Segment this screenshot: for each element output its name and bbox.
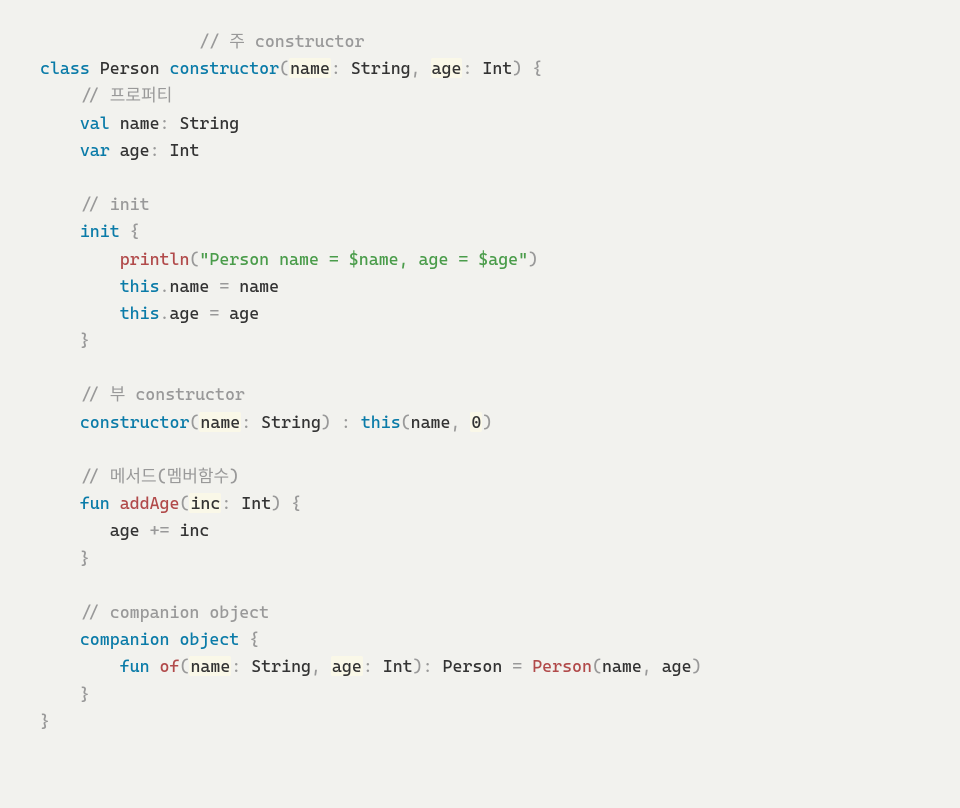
punct: . (160, 276, 170, 296)
punct: , (642, 656, 652, 676)
punct: { (249, 629, 259, 649)
keyword-companion: companion (80, 629, 170, 649)
comment-companion: // companion object (80, 602, 269, 622)
punct: , (411, 58, 421, 78)
punct: } (80, 684, 90, 704)
param-name: name (199, 412, 241, 432)
punct: = (209, 303, 219, 323)
punct: ( (179, 493, 189, 513)
prop-age: age (170, 303, 200, 323)
comment-primary-constructor: // 주 constructor (199, 31, 364, 51)
keyword-val: val (80, 113, 110, 133)
punct: ( (189, 249, 199, 269)
punct: : (221, 493, 231, 513)
type-int: Int (241, 493, 271, 513)
punct: ) (271, 493, 281, 513)
punct: . (160, 303, 170, 323)
punct: : (363, 656, 373, 676)
punct: : (150, 140, 160, 160)
type-string: String (179, 113, 239, 133)
param-age: age (431, 58, 463, 78)
keyword-var: var (80, 140, 110, 160)
punct: ( (189, 412, 199, 432)
punct: , (311, 656, 321, 676)
punct: : (462, 58, 472, 78)
param-name: name (411, 412, 451, 432)
keyword-fun: fun (80, 493, 110, 513)
type-int: Int (383, 656, 413, 676)
param-age: age (662, 656, 692, 676)
punct: += (150, 520, 170, 540)
class-name: Person (100, 58, 160, 78)
punct: : (160, 113, 170, 133)
punct: { (130, 221, 140, 241)
param-name: name (602, 656, 642, 676)
comment-properties: // 프로퍼티 (80, 85, 172, 105)
punct: ( (592, 656, 602, 676)
keyword-constructor: constructor (80, 412, 190, 432)
fn-of: of (160, 656, 180, 676)
keyword-this: this (120, 303, 160, 323)
punct: { (532, 58, 542, 78)
punct: ( (401, 412, 411, 432)
punct: { (291, 493, 301, 513)
keyword-fun: fun (120, 656, 150, 676)
type-string: String (351, 58, 411, 78)
punct: ) (528, 249, 538, 269)
type-person: Person (443, 656, 503, 676)
type-int: Int (482, 58, 512, 78)
punct: , (450, 412, 460, 432)
param-name: name (289, 58, 331, 78)
type-string: String (261, 412, 321, 432)
comment-init: // init (80, 194, 150, 214)
keyword-object: object (179, 629, 239, 649)
var-inc: inc (179, 520, 209, 540)
type-string: String (251, 656, 311, 676)
param-age: age (331, 656, 363, 676)
punct: ( (279, 58, 289, 78)
punct: = (512, 656, 522, 676)
indent (40, 31, 199, 51)
punct: ) (512, 58, 522, 78)
fn-addAge: addAge (120, 493, 180, 513)
param-name: name (239, 276, 279, 296)
param-age: age (229, 303, 259, 323)
comment-secondary-constructor: // 부 constructor (80, 384, 245, 404)
punct: ) (321, 412, 331, 432)
punct: : (331, 58, 341, 78)
fn-println: println (120, 249, 190, 269)
punct: : (341, 412, 351, 432)
punct: : (231, 656, 241, 676)
prop-name: name (120, 113, 160, 133)
punct: } (80, 548, 90, 568)
punct: ) (692, 656, 702, 676)
prop-age: age (120, 140, 150, 160)
punct: ): (413, 656, 433, 676)
punct: ) (482, 412, 492, 432)
keyword-init: init (80, 221, 120, 241)
keyword-constructor: constructor (170, 58, 280, 78)
punct: } (40, 711, 50, 731)
punct: : (241, 412, 251, 432)
type-int: Int (170, 140, 200, 160)
keyword-class: class (40, 58, 90, 78)
punct: } (80, 330, 90, 350)
param-name: name (189, 656, 231, 676)
comment-method: // 메서드(멤버함수) (80, 466, 239, 486)
punct: ( (179, 656, 189, 676)
fn-Person: Person (532, 656, 592, 676)
string-literal: "Person name = $name, age = $age" (199, 249, 528, 269)
code-block: // 주 constructor class Person constructo… (40, 28, 920, 735)
var-age: age (110, 520, 140, 540)
prop-name: name (170, 276, 210, 296)
keyword-this: this (120, 276, 160, 296)
punct: = (219, 276, 229, 296)
number-zero: 0 (470, 412, 482, 432)
param-inc: inc (189, 493, 221, 513)
keyword-this: this (361, 412, 401, 432)
